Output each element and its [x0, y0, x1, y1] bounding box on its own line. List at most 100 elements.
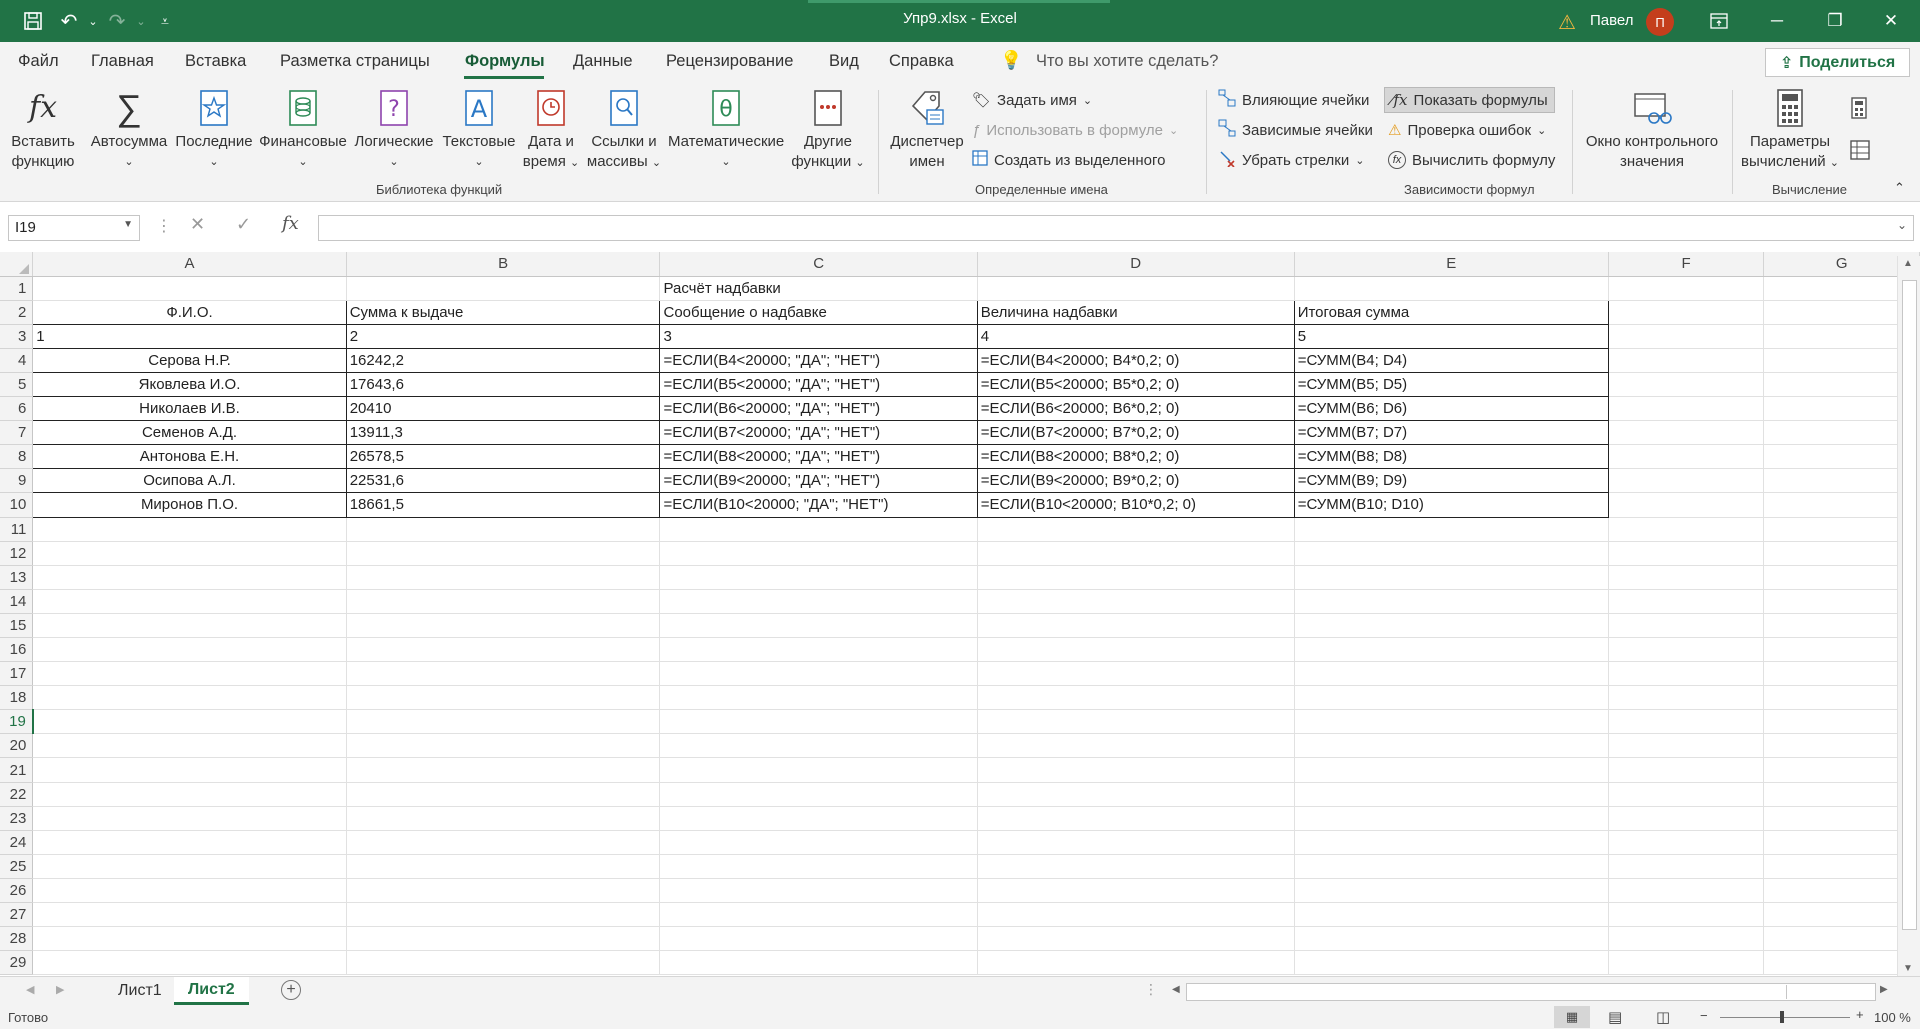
row-header[interactable]: 23: [0, 806, 34, 831]
horizontal-scrollbar[interactable]: [1186, 983, 1876, 1001]
cell-a6[interactable]: Николаев И.В.: [32, 396, 347, 422]
cell-c27[interactable]: [659, 902, 978, 928]
zoom-level[interactable]: 100 %: [1874, 1010, 1911, 1025]
name-box[interactable]: I19 ▼: [8, 215, 140, 241]
page-layout-view-icon[interactable]: ▤: [1608, 1008, 1622, 1026]
cell-d23[interactable]: [977, 806, 1295, 831]
cell-f26[interactable]: [1608, 878, 1765, 904]
cell-d19[interactable]: [977, 709, 1295, 735]
cell-f7[interactable]: [1608, 420, 1765, 446]
row-header[interactable]: 28: [0, 926, 34, 952]
cell-e16[interactable]: [1294, 637, 1609, 663]
save-icon[interactable]: [20, 8, 46, 34]
cell-a11[interactable]: [32, 517, 347, 542]
cell-b24[interactable]: [346, 830, 661, 855]
cell-d4[interactable]: =ЕСЛИ(B4<20000; B4*0,2; 0): [976, 347, 1295, 373]
cell-a24[interactable]: [32, 830, 347, 855]
cell-d27[interactable]: [977, 902, 1295, 928]
page-break-view-icon[interactable]: ◫: [1656, 1008, 1670, 1026]
cell-c5[interactable]: =ЕСЛИ(B5<20000; "ДА"; "НЕТ"): [659, 371, 978, 398]
cell-d9[interactable]: =ЕСЛИ(B9<20000; B9*0,2; 0): [976, 468, 1295, 494]
trace-dependents-button[interactable]: Зависимые ячейки: [1218, 118, 1373, 142]
add-sheet-icon[interactable]: +: [281, 980, 301, 1000]
define-name-button[interactable]: 🏷 Задать имя ⌄: [972, 88, 1092, 112]
cell-b19[interactable]: [346, 709, 661, 735]
cell-e28[interactable]: [1294, 926, 1609, 952]
cell-a14[interactable]: [32, 589, 347, 614]
cell-d20[interactable]: [977, 733, 1295, 759]
cell-d3[interactable]: 4: [976, 323, 1295, 349]
name-manager-button[interactable]: Диспетчер имен: [886, 88, 968, 172]
cell-b23[interactable]: [346, 806, 661, 831]
cell-c16[interactable]: [659, 637, 978, 663]
more-functions-button[interactable]: Другие функции ⌄: [788, 88, 868, 173]
scroll-left-icon[interactable]: ◀: [1172, 984, 1180, 995]
cell-f23[interactable]: [1608, 806, 1765, 831]
lightbulb-icon[interactable]: 💡: [1000, 50, 1022, 71]
warning-icon[interactable]: ⚠: [1558, 10, 1576, 35]
cell-e4[interactable]: =СУММ(B4; D4): [1293, 347, 1609, 373]
cell-b1[interactable]: [346, 276, 661, 301]
cell-d24[interactable]: [977, 830, 1295, 855]
cell-c13[interactable]: [659, 565, 978, 590]
tab-review[interactable]: Рецензирование: [666, 52, 793, 71]
cell-c24[interactable]: [659, 830, 978, 855]
cell-e26[interactable]: [1294, 878, 1609, 904]
cell-e8[interactable]: =СУММ(B8; D8): [1293, 444, 1609, 470]
cell-e29[interactable]: [1294, 950, 1609, 976]
chevron-down-icon[interactable]: ▼: [123, 219, 133, 230]
cell-b2[interactable]: Сумма к выдаче: [345, 299, 661, 325]
tab-file[interactable]: Файл: [18, 52, 59, 71]
column-header-a[interactable]: A: [32, 252, 347, 277]
row-header[interactable]: 3: [0, 324, 34, 349]
zoom-out-icon[interactable]: −: [1700, 1008, 1708, 1023]
cell-b15[interactable]: [346, 613, 661, 639]
cell-e3[interactable]: 5: [1293, 323, 1609, 349]
cell-b14[interactable]: [346, 589, 661, 614]
cell-f12[interactable]: [1608, 541, 1765, 566]
cell-c28[interactable]: [659, 926, 978, 952]
cell-f4[interactable]: [1608, 348, 1765, 373]
normal-view-icon[interactable]: ▦: [1554, 1006, 1590, 1028]
cell-c8[interactable]: =ЕСЛИ(B8<20000; "ДА"; "НЕТ"): [659, 444, 978, 470]
scroll-right-icon[interactable]: ▶: [1880, 984, 1888, 995]
cell-f8[interactable]: [1608, 444, 1765, 470]
cell-c10[interactable]: =ЕСЛИ(B10<20000; "ДА"; "НЕТ"): [659, 492, 978, 518]
cell-a1[interactable]: [32, 276, 347, 301]
split-handle-icon[interactable]: ⋮: [1144, 981, 1158, 998]
cell-b6[interactable]: 20410: [345, 396, 661, 422]
row-header[interactable]: 20: [0, 733, 34, 759]
cell-e12[interactable]: [1294, 541, 1609, 566]
cell-a28[interactable]: [32, 926, 347, 952]
cell-c19[interactable]: [659, 709, 978, 735]
cell-f3[interactable]: [1608, 324, 1765, 349]
row-header[interactable]: 26: [0, 878, 34, 904]
cell-d14[interactable]: [977, 589, 1295, 614]
cell-b3[interactable]: 2: [345, 323, 661, 349]
row-header[interactable]: 14: [0, 589, 34, 614]
expand-formula-bar-icon[interactable]: ⌄: [1897, 218, 1907, 232]
minimize-button[interactable]: ─: [1748, 0, 1806, 42]
cell-f25[interactable]: [1608, 854, 1765, 879]
cell-b26[interactable]: [346, 878, 661, 904]
scroll-tabs-right-icon[interactable]: ▶: [56, 983, 64, 996]
cell-a29[interactable]: [32, 950, 347, 976]
cell-d28[interactable]: [977, 926, 1295, 952]
cell-c7[interactable]: =ЕСЛИ(B7<20000; "ДА"; "НЕТ"): [659, 420, 978, 446]
cell-c1[interactable]: Расчёт надбавки: [659, 276, 978, 301]
cell-a7[interactable]: Семенов А.Д.: [32, 420, 347, 446]
column-header-d[interactable]: D: [977, 252, 1295, 277]
cell-c26[interactable]: [659, 878, 978, 904]
cell-c17[interactable]: [659, 661, 978, 687]
cell-b17[interactable]: [346, 661, 661, 687]
restore-button[interactable]: ❐: [1806, 0, 1864, 42]
cell-e20[interactable]: [1294, 733, 1609, 759]
cell-b25[interactable]: [346, 854, 661, 879]
row-header[interactable]: 2: [0, 300, 34, 325]
column-header-f[interactable]: F: [1608, 252, 1765, 277]
cell-d22[interactable]: [977, 782, 1295, 807]
cell-a27[interactable]: [32, 902, 347, 928]
cell-e22[interactable]: [1294, 782, 1609, 807]
cell-f21[interactable]: [1608, 757, 1765, 783]
ribbon-display-icon[interactable]: [1690, 0, 1748, 42]
